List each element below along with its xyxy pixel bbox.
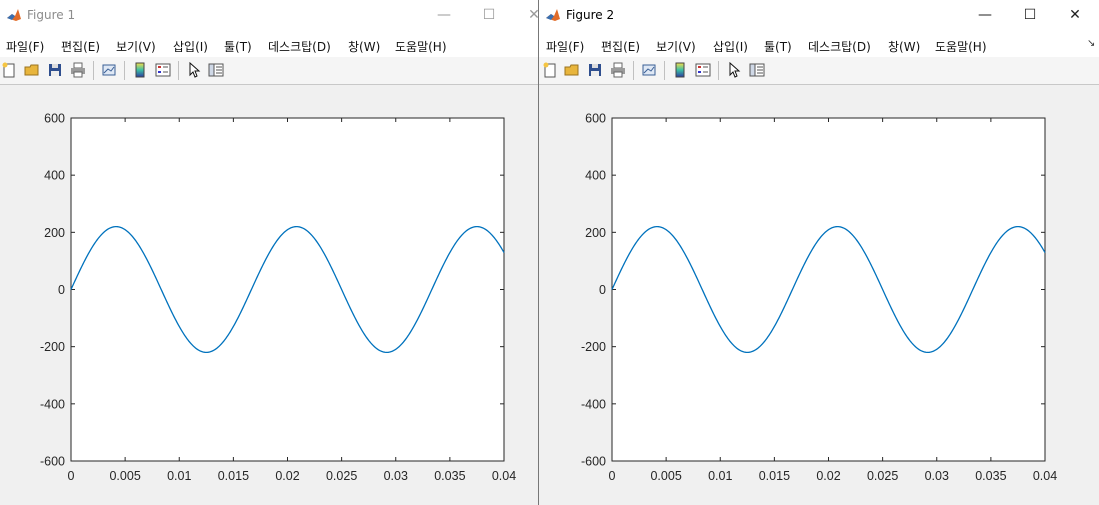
print-icon[interactable] [610,62,626,78]
y-tick-label: -400 [40,397,65,411]
maximize-button[interactable]: ☐ [477,4,501,26]
y-tick-label: 400 [585,169,606,183]
y-tick-label: 0 [58,283,65,297]
close-button[interactable]: ✕ [522,4,538,26]
menu-bar: 파일(F) 편집(E) 보기(V) 삽입(I) 툴(T) 데스크탑(D) 창(W… [539,31,1099,58]
menu-view[interactable]: 보기(V) [656,38,696,55]
link-plot-icon[interactable] [101,62,117,78]
y-tick-label: 600 [585,112,606,126]
toolbar [539,57,1099,85]
y-tick-label: 0 [599,283,606,297]
menu-insert[interactable]: 삽입(I) [713,38,748,55]
menu-help[interactable]: 도움말(H) [395,38,447,55]
menu-tools[interactable]: 툴(T) [764,38,792,55]
x-tick-label: 0.02 [275,469,299,483]
toolbar-separator [664,61,665,80]
plot-area [611,117,1046,462]
menu-bar: 파일(F) 편집(E) 보기(V) 삽입(I) 툴(T) 데스크탑(D) 창(W… [0,31,538,58]
title-bar[interactable]: Figure 2 — ☐ ✕ [539,0,1099,31]
insert-legend-icon[interactable] [155,62,171,78]
new-figure-icon[interactable] [1,62,17,78]
new-figure-icon[interactable] [542,62,558,78]
menu-file[interactable]: 파일(F) [546,38,584,55]
open-file-icon[interactable] [564,62,580,78]
x-tick-label: 0.025 [326,469,357,483]
y-tick-label: 600 [44,112,65,126]
x-tick-label: 0.04 [492,469,516,483]
y-tick-label: 200 [585,226,606,240]
x-tick-label: 0.015 [218,469,249,483]
y-tick-label: -400 [581,397,606,411]
title-bar[interactable]: Figure 1 — ☐ ✕ [0,0,538,31]
menu-file[interactable]: 파일(F) [6,38,44,55]
property-inspector-icon[interactable] [749,62,765,78]
print-icon[interactable] [70,62,86,78]
x-tick-label: 0.005 [109,469,140,483]
y-tick-label: -600 [40,455,65,469]
y-tick-label: 200 [44,226,65,240]
window-title: Figure 1 [27,8,76,22]
menu-tools[interactable]: 툴(T) [224,38,252,55]
toolbar-separator [718,61,719,80]
menu-desktop[interactable]: 데스크탑(D) [268,38,331,55]
x-tick-label: 0.035 [975,469,1006,483]
x-tick-label: 0.03 [384,469,408,483]
property-inspector-icon[interactable] [208,62,224,78]
minimize-button[interactable]: — [432,4,456,26]
edit-plot-icon[interactable] [186,62,202,78]
x-tick-label: 0.015 [759,469,790,483]
x-tick-label: 0.02 [816,469,840,483]
plot-area [70,117,505,462]
menu-insert[interactable]: 삽입(I) [173,38,208,55]
x-tick-label: 0.005 [650,469,681,483]
toolbar-separator [178,61,179,80]
matlab-logo-icon [6,7,22,23]
x-tick-label: 0.01 [708,469,732,483]
y-tick-label: -200 [581,340,606,354]
menu-edit[interactable]: 편집(E) [61,38,100,55]
save-icon[interactable] [47,62,63,78]
matlab-logo-icon [545,7,561,23]
figure-2-window: Figure 2 — ☐ ✕ 파일(F) 편집(E) 보기(V) 삽입(I) 툴… [538,0,1099,505]
maximize-button[interactable]: ☐ [1018,4,1042,26]
window-title: Figure 2 [566,8,615,22]
figure-1-window: Figure 1 — ☐ ✕ 파일(F) 편집(E) 보기(V) 삽입(I) 툴… [0,0,538,505]
menu-view[interactable]: 보기(V) [116,38,156,55]
x-tick-label: 0.025 [867,469,898,483]
x-tick-label: 0.035 [434,469,465,483]
menu-help[interactable]: 도움말(H) [935,38,987,55]
link-plot-icon[interactable] [641,62,657,78]
x-tick-label: 0 [68,469,75,483]
y-tick-label: 400 [44,169,65,183]
toolbar-separator [124,61,125,80]
x-tick-label: 0 [609,469,616,483]
y-tick-label: -600 [581,455,606,469]
open-file-icon[interactable] [24,62,40,78]
figure-2-axes[interactable]: 0 0.005 0.01 0.015 0.02 0.025 0.03 0.035 0.04 600… [539,85,1099,505]
menu-edit[interactable]: 편집(E) [601,38,640,55]
y-tick-label: -200 [40,340,65,354]
expand-toolbar-icon[interactable]: ↘ [1087,38,1095,49]
edit-plot-icon[interactable] [726,62,742,78]
save-icon[interactable] [587,62,603,78]
minimize-button[interactable]: — [973,4,997,26]
insert-colorbar-icon[interactable] [672,62,688,78]
insert-legend-icon[interactable] [695,62,711,78]
x-tick-label: 0.01 [167,469,191,483]
menu-window[interactable]: 창(W) [888,38,920,55]
toolbar-separator [633,61,634,80]
insert-colorbar-icon[interactable] [132,62,148,78]
x-tick-label: 0.04 [1033,469,1057,483]
close-button[interactable]: ✕ [1063,4,1087,26]
toolbar [0,57,538,85]
toolbar-separator [93,61,94,80]
x-tick-label: 0.03 [925,469,949,483]
menu-desktop[interactable]: 데스크탑(D) [808,38,871,55]
menu-window[interactable]: 창(W) [348,38,380,55]
figure-1-axes[interactable]: 0 0.005 0.01 0.015 0.02 0.025 0.03 0.035 0.04 600… [0,85,538,505]
